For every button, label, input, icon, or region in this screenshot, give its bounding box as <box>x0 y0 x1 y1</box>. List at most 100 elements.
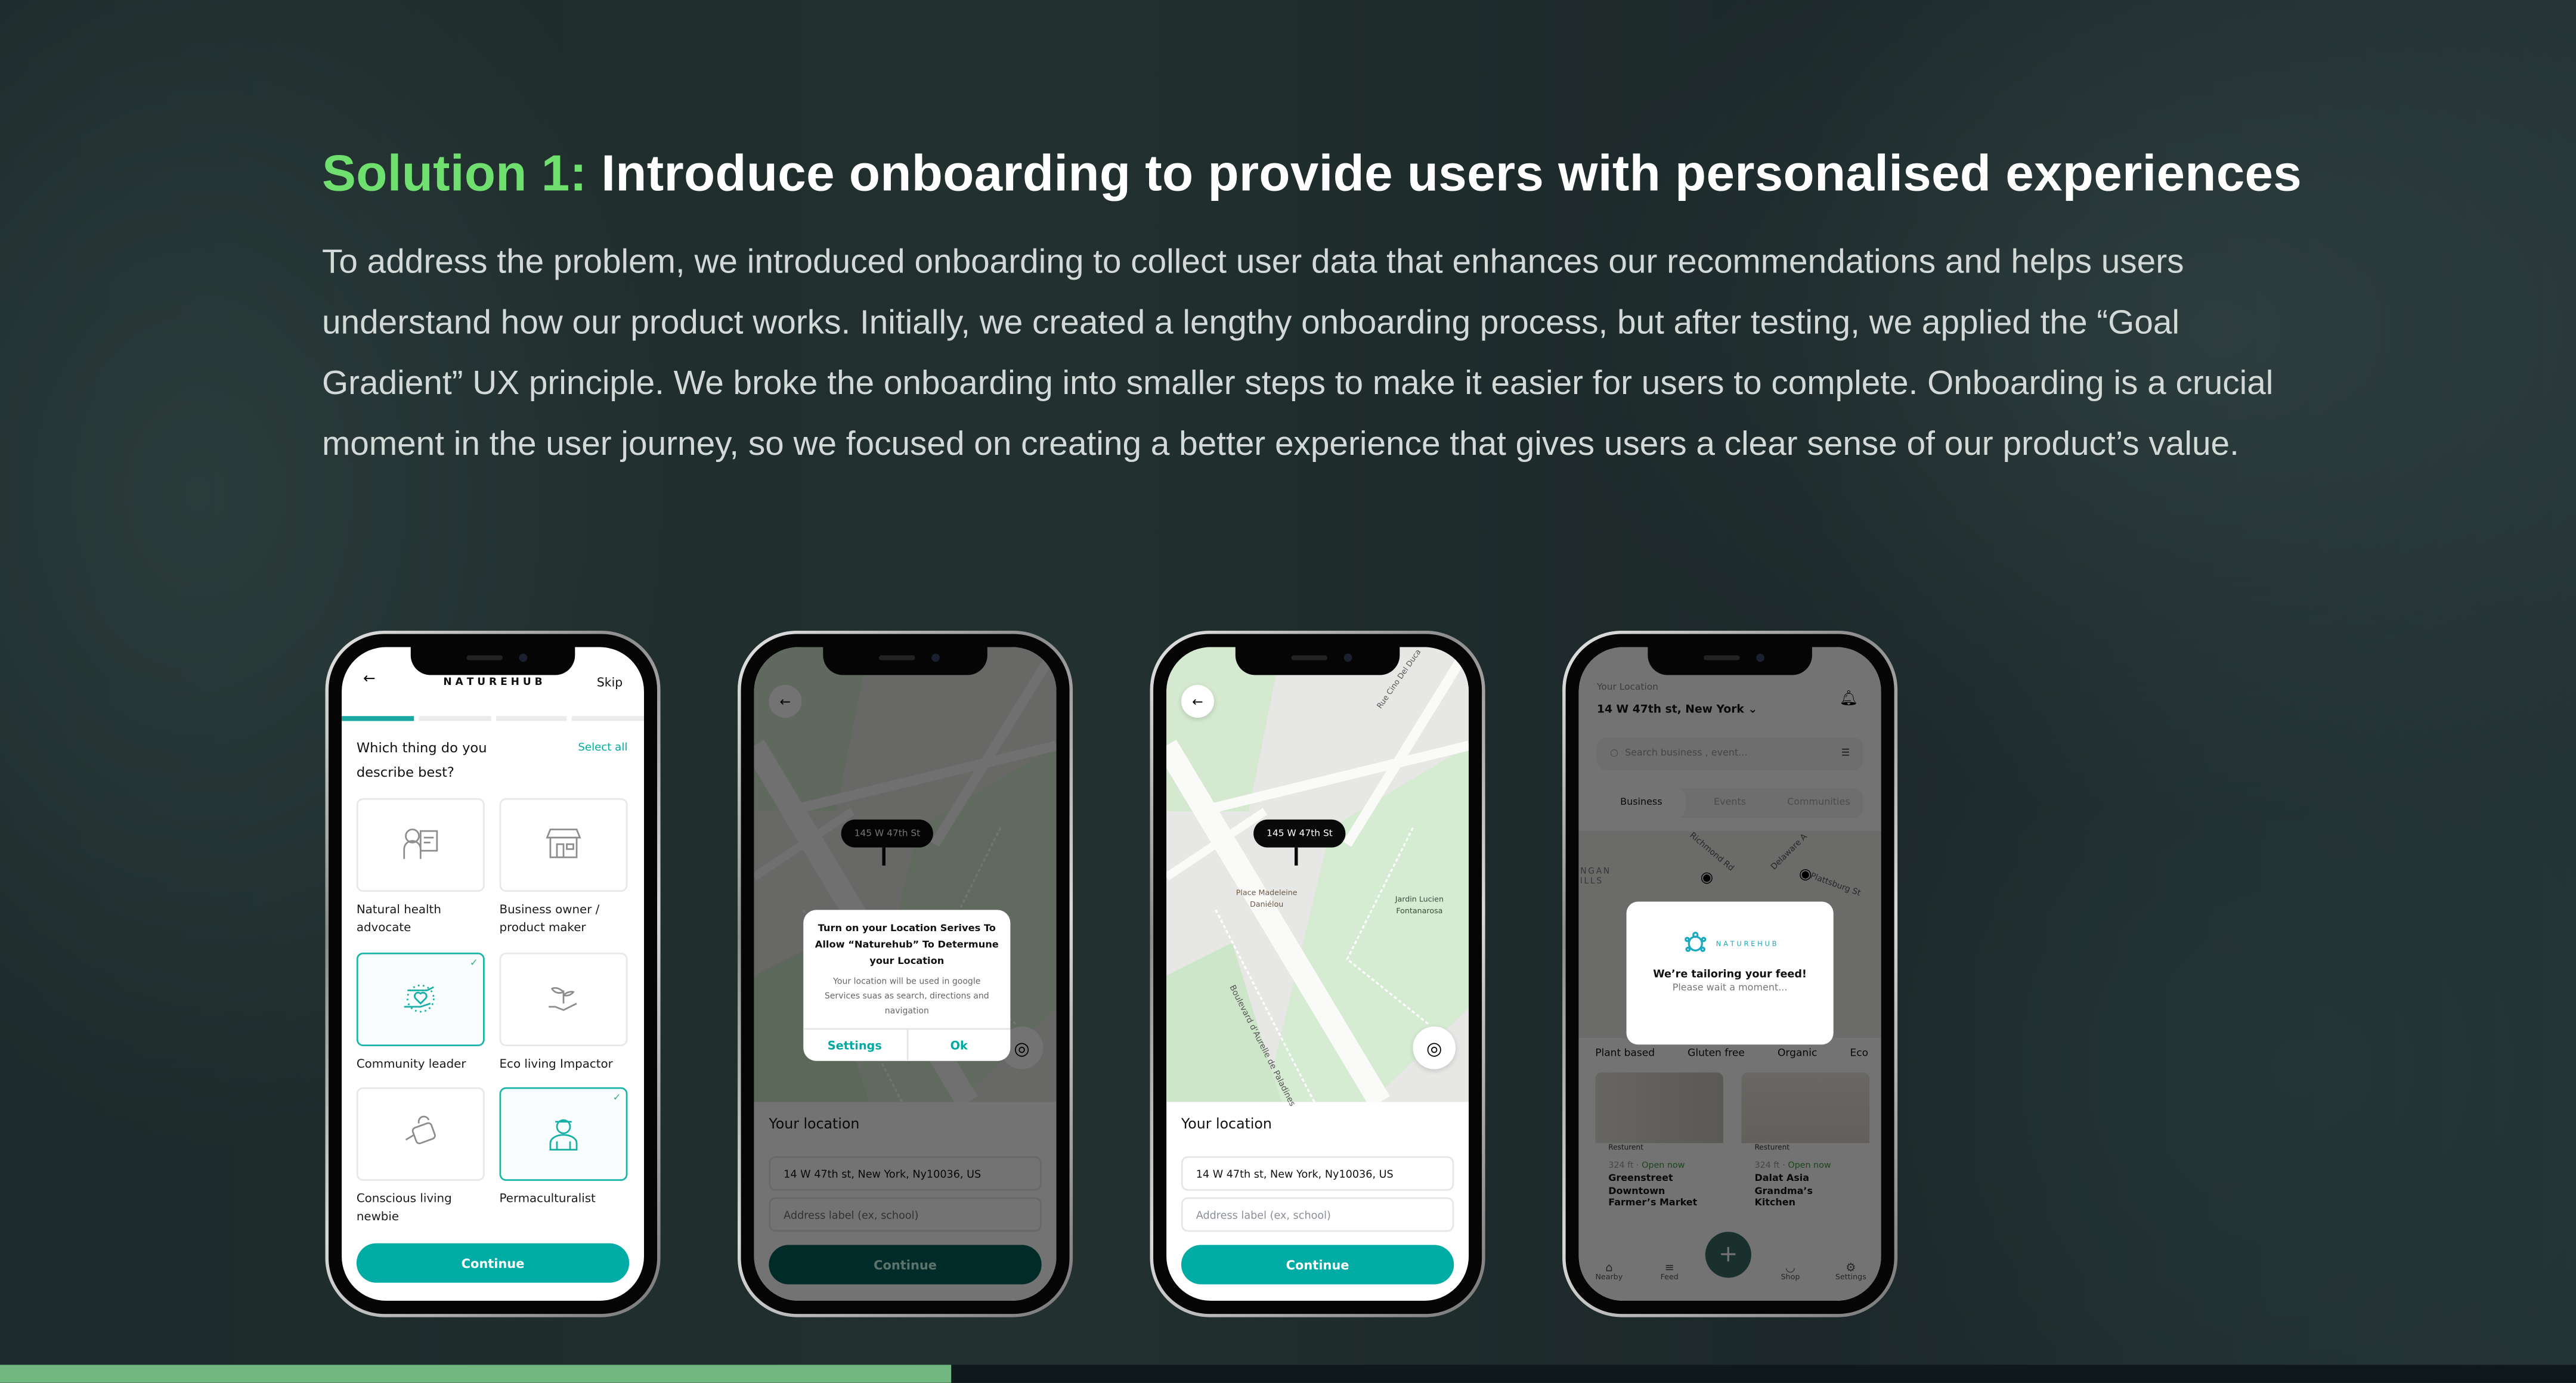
persona-card-label: Community leader <box>356 1056 466 1071</box>
slide-progress-bar <box>0 1365 2576 1383</box>
search-input[interactable]: ○ Search business , event... ☰ <box>1596 737 1863 771</box>
section-title: Solution 1: Introduce onboarding to prov… <box>322 144 2302 203</box>
open-status: Open now <box>1642 1161 1685 1171</box>
address-pin: 145 W 47th St <box>1253 819 1346 848</box>
home-icon: ⌂ <box>1605 1261 1613 1275</box>
persona-card[interactable] <box>356 798 485 892</box>
continue-button[interactable]: Continue <box>769 1245 1042 1285</box>
persona-card[interactable] <box>356 1087 485 1181</box>
title-highlight: Solution 1: <box>321 144 587 202</box>
add-fab-button[interactable]: + <box>1705 1232 1751 1278</box>
map-marker-icon[interactable]: ◉ <box>1799 867 1812 884</box>
pin-stem <box>882 847 886 866</box>
address-label-input[interactable]: Address label (ex, school) <box>1181 1197 1454 1232</box>
nav-label: Feed <box>1660 1274 1679 1283</box>
distance: 324 ft <box>1754 1161 1780 1171</box>
slide-progress-fill <box>0 1365 951 1383</box>
phone-location-permission: ← 145 W 47th St ◎ Your location 14 W 47t… <box>738 630 1073 1317</box>
location-permission-dialog: Turn on your Location Serives To Allow “… <box>803 910 1011 1061</box>
persona-card[interactable]: ✓ <box>356 952 485 1046</box>
persona-card-label: Business owner / product maker <box>499 901 600 935</box>
address-input[interactable]: 14 W 47th st, New York, Ny10036, US <box>769 1156 1042 1191</box>
back-arrow-icon[interactable]: ← <box>1181 684 1215 718</box>
distance: 324 ft <box>1608 1161 1634 1171</box>
address-pin: 145 W 47th St <box>841 819 934 848</box>
pin-stem <box>1295 847 1298 866</box>
map-marker-icon[interactable]: ◉ <box>1701 870 1714 887</box>
persona-card-label: Natural health advocate <box>356 901 441 935</box>
title-text: Introduce onboarding to provide users wi… <box>601 144 2302 202</box>
onboarding-progress <box>342 716 644 721</box>
watering-can-icon <box>405 1115 436 1144</box>
nav-nearby[interactable]: ⌂ Nearby <box>1579 1261 1639 1301</box>
basket-icon: ◡ <box>1785 1261 1795 1275</box>
persona-card[interactable]: ✓ <box>499 1087 628 1181</box>
nav-label: Shop <box>1781 1274 1800 1283</box>
open-status: Open now <box>1788 1161 1831 1171</box>
brand-wordmark: N A T U R E H U B <box>1716 938 1777 947</box>
business-tag: Resturent <box>1608 1145 1643 1153</box>
address-input[interactable]: 14 W 47th st, New York, Ny10036, US <box>1181 1156 1454 1191</box>
skip-button[interactable]: Skip <box>597 675 623 690</box>
nav-shop[interactable]: ◡ Shop <box>1760 1261 1820 1301</box>
nav-label: Nearby <box>1595 1274 1623 1283</box>
modal-subtitle: Please wait a moment... <box>1672 984 1788 994</box>
map-label-street: Delaware A <box>1769 832 1810 873</box>
storefront-icon <box>546 827 581 858</box>
tab-communities[interactable]: Communities <box>1775 798 1863 808</box>
question-heading: Which thing do you describe best? <box>356 739 487 780</box>
chip[interactable]: Plant based <box>1595 1048 1655 1059</box>
search-placeholder: Search business , event... <box>1624 749 1748 759</box>
persona-card-label: Permaculturalist <box>499 1190 596 1206</box>
settings-button[interactable]: Settings <box>803 1030 908 1061</box>
check-icon: ✓ <box>469 957 478 969</box>
health-advocate-icon <box>403 827 438 858</box>
dialog-title: Turn on your Location Serives To Allow “… <box>815 925 999 967</box>
location-selector[interactable]: 14 W 47th st, New York ⌄ <box>1597 703 1757 716</box>
location-value: 14 W 47th st, New York <box>1596 703 1744 717</box>
persona-card[interactable] <box>499 798 628 892</box>
gear-icon: ⚙ <box>1846 1261 1856 1275</box>
location-label: Your Location <box>1596 683 1658 693</box>
persona-card-label: Conscious living newbie <box>356 1190 452 1224</box>
nav-feed[interactable]: ≡ Feed <box>1639 1261 1699 1301</box>
nav-settings[interactable]: ⚙ Settings <box>1820 1261 1881 1301</box>
back-arrow-icon[interactable]: ← <box>769 684 802 718</box>
map-label-place: Place Madeleine Daniélou <box>1236 890 1298 909</box>
continue-button[interactable]: Continue <box>356 1243 630 1283</box>
filter-icon[interactable]: ☰ <box>1841 749 1850 759</box>
tab-business[interactable]: Business <box>1596 788 1686 818</box>
chip[interactable]: Gluten free <box>1688 1048 1745 1059</box>
bell-icon[interactable]: 🔔︎ <box>1840 692 1859 708</box>
business-photo <box>1595 1072 1724 1143</box>
loading-modal: N A T U R E H U B We’re tailoring your f… <box>1626 901 1834 1045</box>
map-label-area: ONGAN HILLS <box>1579 867 1611 887</box>
chip[interactable]: Eco <box>1850 1048 1868 1059</box>
address-label-input[interactable]: Address label (ex, school) <box>769 1197 1042 1232</box>
farmer-icon <box>549 1118 578 1150</box>
feed-icon: ≡ <box>1664 1261 1674 1275</box>
chip[interactable]: Organic <box>1778 1048 1817 1059</box>
map-label-park: Jardin Lucien Fontanarosa <box>1395 897 1444 916</box>
persona-card[interactable] <box>499 952 628 1046</box>
continue-button[interactable]: Continue <box>1181 1245 1454 1285</box>
phone-tailoring-feed: Your Location 14 W 47th st, New York ⌄ 🔔… <box>1562 630 1898 1317</box>
business-photo <box>1741 1072 1870 1143</box>
chevron-down-icon: ⌄ <box>1748 703 1758 717</box>
persona-card-label: Eco living Impactor <box>499 1056 613 1071</box>
turtle-logo-icon <box>1683 931 1706 952</box>
locate-me-icon[interactable]: ◎ <box>1413 1026 1456 1069</box>
select-all-link[interactable]: Select all <box>578 741 627 754</box>
business-card[interactable]: Resturent 324 ft · Open now Dalat Asia Gra… <box>1741 1072 1870 1230</box>
your-location-heading: Your location <box>769 1117 860 1134</box>
case-study-slide: Solution 1: Introduce onboarding to prov… <box>0 0 2576 1383</box>
dialog-message: Your location will be used in google Ser… <box>824 978 989 1016</box>
check-icon: ✓ <box>612 1092 621 1104</box>
business-name: Dalat Asia Grandma’s Kitchen <box>1754 1174 1813 1209</box>
business-card[interactable]: Resturent 324 ft · Open now Greenstreet Do… <box>1595 1072 1724 1230</box>
ok-button[interactable]: Ok <box>908 1030 1010 1060</box>
tab-events[interactable]: Events <box>1686 798 1775 808</box>
business-tag: Resturent <box>1754 1145 1790 1153</box>
modal-title: We’re tailoring your feed! <box>1653 967 1807 981</box>
nav-label: Settings <box>1835 1274 1866 1283</box>
